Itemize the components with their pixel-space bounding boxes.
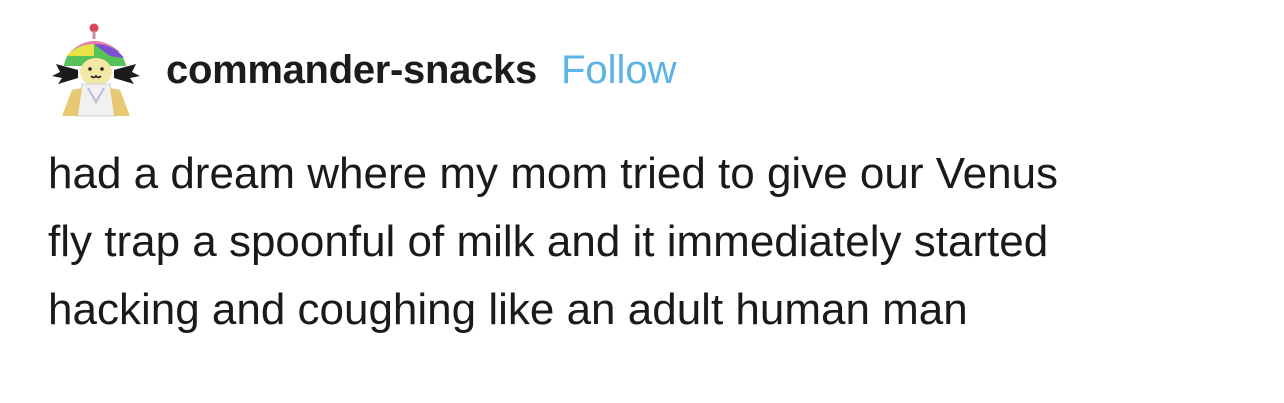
post-header: commander-snacks Follow xyxy=(48,22,677,118)
avatar[interactable] xyxy=(48,22,144,118)
tumblr-post: commander-snacks Follow had a dream wher… xyxy=(0,0,1284,403)
follow-button[interactable]: Follow xyxy=(561,48,677,93)
post-body-text: had a dream where my mom tried to give o… xyxy=(48,149,1059,334)
username[interactable]: commander-snacks xyxy=(166,48,537,93)
